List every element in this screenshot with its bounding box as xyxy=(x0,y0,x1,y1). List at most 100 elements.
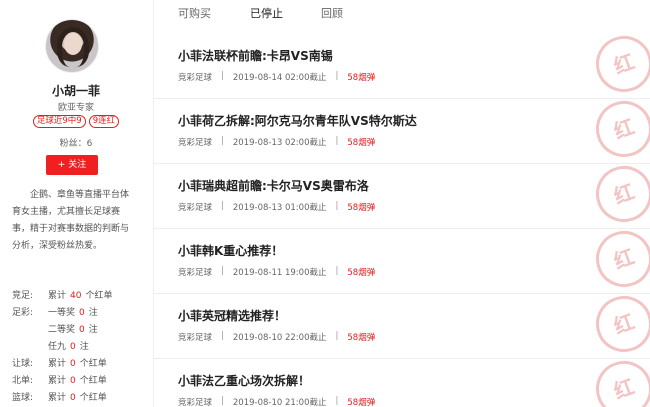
article-price: 58烟弹 xyxy=(347,73,376,83)
stat-row: 让球: 累计 0 个红单 xyxy=(12,356,148,373)
meta-separator: | xyxy=(221,396,224,406)
stat-row: 北单: 累计 0 个红单 xyxy=(12,373,148,390)
article-item[interactable]: 小菲英冠精选推荐！ 竞彩足球 | 2019-08-10 22:00截止 | 58烟弹 红 xyxy=(154,294,650,359)
article-meta: 竞彩足球 | 2019-08-10 21:00截止 | 58烟弹 xyxy=(178,396,384,407)
stat-number: 0 xyxy=(70,393,76,403)
article-category: 竞彩足球 xyxy=(178,333,213,343)
expert-name: 小胡一菲 xyxy=(51,84,100,98)
stat-suffix: 个红单 xyxy=(79,376,107,386)
stat-number: 0 xyxy=(70,359,76,369)
meta-separator: | xyxy=(221,71,224,81)
expert-title: 欧亚专家 xyxy=(57,103,94,113)
expert-bio: 企鹅、章鱼等直播平台体育女主播，尤其擅长足球赛事，精于对赛事数据的判断与分析，深… xyxy=(12,190,130,251)
expert-profile-panel: 小胡一菲 欧亚专家 足球近9中9 9连红 粉丝：6 + 关注 企鹅、章鱼等直播平… xyxy=(0,0,152,407)
meta-separator: | xyxy=(221,136,224,146)
article-title[interactable]: 小菲韩K重心推荐！ xyxy=(178,242,283,259)
stat-label xyxy=(12,322,48,339)
article-title[interactable]: 小菲法联杯前瞻:卡昂VS南锡 xyxy=(178,47,333,64)
article-tabs: 可购买 已停止 回顾 xyxy=(154,0,650,28)
stat-label: 北单: xyxy=(12,376,34,386)
article-category: 竞彩足球 xyxy=(178,203,213,213)
meta-separator: | xyxy=(335,396,339,406)
article-price: 58烟弹 xyxy=(347,138,376,148)
article-title[interactable]: 小菲荷乙拆解:阿尔克马尔青年队VS特尔斯达 xyxy=(178,112,417,129)
article-title[interactable]: 小菲法乙重心场次拆解！ xyxy=(178,372,310,389)
stat-suffix: 注 xyxy=(88,325,98,335)
article-item[interactable]: 小菲韩K重心推荐！ 竞彩足球 | 2019-08-11 19:00截止 | 58烟弹 红 xyxy=(154,229,650,294)
article-meta: 竞彩足球 | 2019-08-14 02:00截止 | 58烟弹 xyxy=(178,71,384,83)
stat-label xyxy=(12,339,48,356)
article-deadline: 2019-08-13 02:00截止 xyxy=(232,138,327,148)
meta-separator: | xyxy=(335,136,339,146)
stat-row: 足彩: 一等奖 0 注 xyxy=(12,305,148,322)
stat-prefix: 累计 xyxy=(48,291,67,301)
stat-row: 任九 0 注 xyxy=(12,339,148,356)
red-result-stamp: 红 xyxy=(588,294,650,358)
article-deadline: 2019-08-14 02:00截止 xyxy=(232,73,327,83)
article-category: 竞彩足球 xyxy=(178,73,213,83)
article-price: 58烟弹 xyxy=(347,333,376,343)
article-title[interactable]: 小菲英冠精选推荐！ xyxy=(178,307,286,324)
article-item[interactable]: 小菲荷乙拆解:阿尔克马尔青年队VS特尔斯达竞彩足球 | 2019-08-13 02:… xyxy=(154,99,650,164)
stat-row: 二等奖 0 注 xyxy=(12,322,148,339)
article-category: 竞彩足球 xyxy=(178,398,213,407)
article-list: 小菲法联杯前瞻:卡昂VS南锡竞彩足球 | 2019-08-14 02:00截止 | 58… xyxy=(154,34,650,407)
stat-label: 篮球: xyxy=(12,393,34,403)
article-meta: 竞彩足球 | 2019-08-13 01:00截止 | 58烟弹 xyxy=(178,201,384,213)
stat-row: 竞足: 累计 40 个红单 xyxy=(12,288,148,305)
article-category: 竞彩足球 xyxy=(178,138,213,148)
tab-review[interactable]: 回顾 xyxy=(321,0,343,28)
meta-separator: | xyxy=(335,331,339,341)
article-deadline: 2019-08-13 01:00截止 xyxy=(232,203,327,213)
meta-separator: | xyxy=(221,266,224,276)
article-item[interactable]: 小菲法乙重心场次拆解！ 竞彩足球 | 2019-08-10 21:00截止 | 58烟弹 红 xyxy=(154,359,650,407)
record-stats: 竞足: 累计 40 个红单 足彩: 一等奖 0 注二等奖 0 注任九 0 注让球: 累计 0 个红单 北单: 累… xyxy=(12,288,148,407)
stat-number: 0 xyxy=(79,308,85,318)
stat-prefix: 二等奖 xyxy=(48,325,76,335)
stat-suffix: 注 xyxy=(79,342,89,352)
article-price: 58烟弹 xyxy=(347,203,376,213)
article-deadline: 2019-08-10 22:00截止 xyxy=(232,333,327,343)
article-category: 竞彩足球 xyxy=(178,268,213,278)
meta-separator: | xyxy=(221,331,224,341)
streak-tag: 足球近9中9 xyxy=(32,115,86,128)
follow-button[interactable]: + 关注 xyxy=(46,155,98,175)
article-item[interactable]: 小菲瑞典超前瞻:卡尔马VS奥雷布洛竞彩足球 | 2019-08-13 01:00截止… xyxy=(154,164,650,229)
article-title[interactable]: 小菲瑞典超前瞻:卡尔马VS奥雷布洛 xyxy=(178,177,369,194)
red-result-stamp: 红 xyxy=(588,164,650,228)
article-deadline: 2019-08-11 19:00截止 xyxy=(232,268,327,278)
red-result-stamp: 红 xyxy=(588,99,650,163)
fans-count: 粉丝：6 xyxy=(59,139,93,149)
tab-available[interactable]: 可购买 xyxy=(178,0,211,28)
stat-label: 足彩: xyxy=(12,308,34,318)
article-price: 58烟弹 xyxy=(347,268,376,278)
article-meta: 竞彩足球 | 2019-08-10 22:00截止 | 58烟弹 xyxy=(178,331,384,343)
tab-stopped[interactable]: 已停止 xyxy=(250,0,283,28)
article-deadline: 2019-08-10 21:00截止 xyxy=(232,398,327,407)
win-streak-tag: 9连红 xyxy=(88,115,120,128)
stat-prefix: 累计 xyxy=(48,393,67,403)
meta-separator: | xyxy=(335,71,339,81)
red-result-stamp: 红 xyxy=(588,34,650,98)
meta-separator: | xyxy=(335,201,339,211)
stat-label: 让球: xyxy=(12,359,34,369)
stat-number: 0 xyxy=(70,342,76,352)
stat-suffix: 个红单 xyxy=(79,359,107,369)
stat-prefix: 累计 xyxy=(48,359,67,369)
stat-prefix: 一等奖 xyxy=(48,308,76,318)
stat-suffix: 个红单 xyxy=(85,291,113,301)
red-result-stamp: 红 xyxy=(588,229,650,293)
article-item[interactable]: 小菲法联杯前瞻:卡昂VS南锡竞彩足球 | 2019-08-14 02:00截止 | 58… xyxy=(154,34,650,99)
stat-suffix: 注 xyxy=(88,308,98,318)
avatar[interactable] xyxy=(45,19,99,73)
meta-separator: | xyxy=(221,201,224,211)
stat-number: 0 xyxy=(70,376,76,386)
article-price: 58烟弹 xyxy=(347,398,376,407)
article-meta: 竞彩足球 | 2019-08-11 19:00截止 | 58烟弹 xyxy=(178,266,384,278)
stat-prefix: 累计 xyxy=(48,376,67,386)
stat-row: 篮球: 累计 0 个红单 xyxy=(12,390,148,407)
meta-separator: | xyxy=(335,266,339,276)
stat-number: 40 xyxy=(70,291,82,301)
article-meta: 竞彩足球 | 2019-08-13 02:00截止 | 58烟弹 xyxy=(178,136,384,148)
achievement-tags: 足球近9中9 9连红 xyxy=(0,115,152,128)
